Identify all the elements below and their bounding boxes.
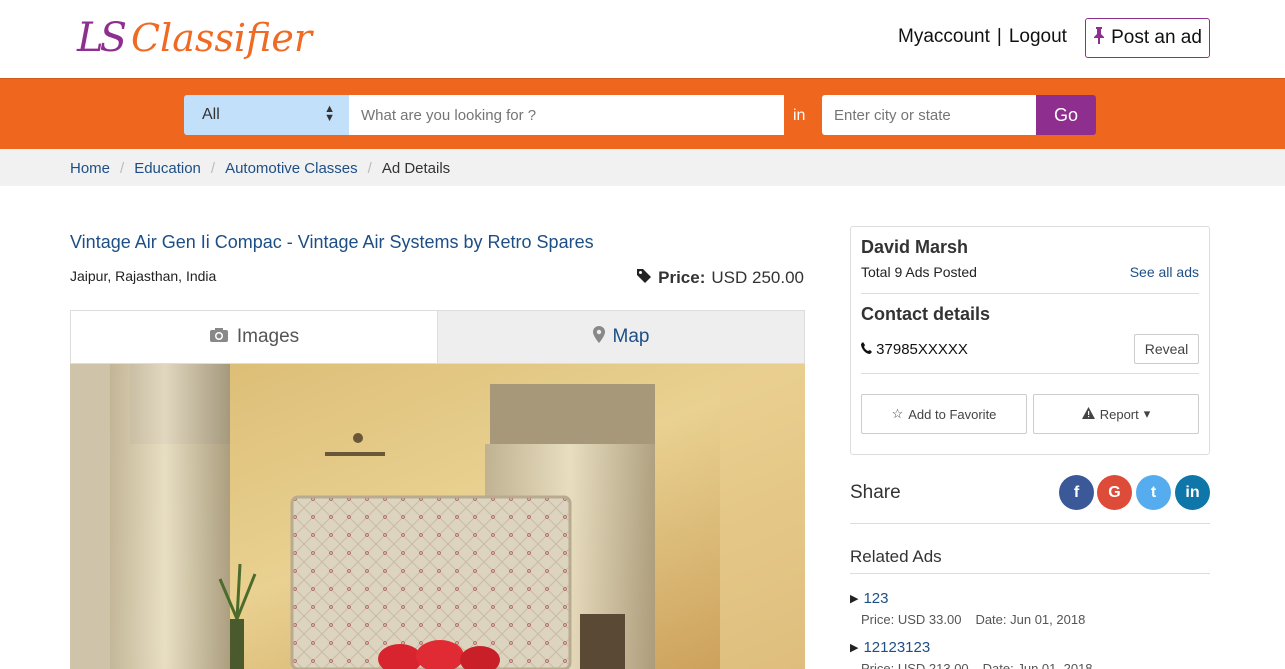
add-to-favorite-label: Add to Favorite — [908, 406, 997, 422]
logo-text: Classifier — [130, 16, 313, 60]
breadcrumb: Home / Education / Automotive Classes / … — [0, 149, 1285, 186]
linkedin-share-button[interactable]: in — [1175, 475, 1210, 510]
contact-details-heading: Contact details — [861, 304, 991, 324]
related-ad-title[interactable]: ▶ 12123123 — [850, 639, 1210, 656]
price-label: Price: — [658, 268, 706, 287]
pushpin-icon — [1093, 27, 1105, 49]
caret-right-icon: ▶ — [850, 642, 859, 654]
tab-map-label: Map — [612, 326, 650, 347]
breadcrumb-separator: / — [367, 160, 372, 177]
caret-right-icon: ▶ — [850, 593, 859, 605]
logout-link[interactable]: Logout — [1009, 26, 1067, 48]
go-button[interactable]: Go — [1036, 95, 1096, 135]
tab-map[interactable]: Map — [437, 311, 804, 363]
site-header: LS Classifier Myaccount | Logout Post an… — [0, 0, 1285, 78]
tab-images[interactable]: Images — [71, 311, 437, 363]
see-all-ads-link[interactable]: See all ads — [1130, 264, 1199, 280]
phone-number: 37985XXXXX — [861, 341, 968, 358]
ad-location: Jaipur, Rajasthan, India — [70, 268, 217, 284]
myaccount-link[interactable]: Myaccount — [898, 26, 990, 48]
divider — [850, 573, 1210, 574]
select-arrows-icon: ▲ ▼ — [324, 103, 335, 124]
related-ad-title-text: 123 — [863, 590, 889, 607]
warning-icon — [1081, 406, 1095, 422]
site-logo[interactable]: LS Classifier — [77, 12, 312, 64]
divider — [850, 523, 1210, 524]
post-ad-label: Post an ad — [1111, 27, 1202, 48]
add-to-favorite-button[interactable]: ☆ Add to Favorite — [861, 394, 1027, 434]
account-links: Myaccount | Logout — [898, 26, 1067, 48]
report-label: Report — [1099, 406, 1139, 422]
related-ad-title-text: 12123123 — [863, 639, 931, 656]
category-selected-value: All — [202, 106, 220, 123]
price-value: USD 250.00 — [711, 268, 804, 287]
share-label: Share — [850, 482, 901, 503]
related-ad-meta: Price: USD 213.00 Date: Jun 01, 2018 — [861, 661, 1210, 669]
category-select[interactable]: All ▲ ▼ — [184, 95, 349, 135]
bedroom-photo-illustration — [70, 364, 805, 669]
divider — [861, 293, 1199, 294]
phone-icon — [861, 341, 876, 358]
related-ad-price: Price: USD 213.00 — [861, 661, 969, 669]
seller-name[interactable]: David Marsh — [861, 237, 968, 258]
breadcrumb-separator: / — [120, 160, 125, 177]
divider — [861, 373, 1199, 374]
media-tabs: Images Map — [70, 310, 805, 364]
caret-down-icon: ▾ — [1143, 406, 1151, 421]
phone-number-value: 37985XXXXX — [876, 341, 968, 358]
related-ad-title[interactable]: ▶ 123 — [850, 590, 1210, 607]
reveal-button[interactable]: Reveal — [1134, 334, 1199, 364]
related-ad-date: Date: Jun 01, 2018 — [982, 661, 1093, 669]
related-ad-price: Price: USD 33.00 — [861, 612, 962, 627]
related-ad-item: ▶ 12123123 Price: USD 213.00 Date: Jun 0… — [850, 639, 1210, 669]
search-input[interactable] — [349, 95, 784, 135]
breadcrumb-automotive-classes[interactable]: Automotive Classes — [225, 160, 358, 177]
twitter-share-button[interactable]: t — [1136, 475, 1171, 510]
breadcrumb-home[interactable]: Home — [70, 160, 110, 177]
logo-mark: LS — [77, 15, 127, 61]
post-ad-button[interactable]: Post an ad — [1085, 18, 1210, 58]
seller-card: David Marsh Total 9 Ads Posted See all a… — [850, 226, 1210, 455]
google-share-button[interactable]: G — [1097, 475, 1132, 510]
account-separator: | — [996, 26, 1002, 47]
camera-icon — [209, 327, 229, 348]
related-ad-date: Date: Jun 01, 2018 — [975, 612, 1086, 627]
report-button[interactable]: Report ▾ — [1033, 394, 1199, 434]
price-tag-icon — [636, 268, 652, 288]
search-bar: All ▲▼ in Go — [0, 78, 1285, 149]
tab-images-label: Images — [236, 326, 300, 347]
facebook-share-button[interactable]: f — [1059, 475, 1094, 510]
city-input[interactable] — [822, 95, 1036, 135]
related-ads-heading: Related Ads — [850, 547, 942, 566]
related-ad-meta: Price: USD 33.00 Date: Jun 01, 2018 — [861, 612, 1210, 627]
total-ads-posted: Total 9 Ads Posted — [861, 264, 977, 280]
ad-photo[interactable] — [70, 364, 805, 669]
ad-price: Price: USD 250.00 — [636, 268, 804, 288]
breadcrumb-education[interactable]: Education — [134, 160, 201, 177]
in-label: in — [793, 107, 806, 124]
breadcrumb-separator: / — [210, 160, 216, 177]
related-ad-item: ▶ 123 Price: USD 33.00 Date: Jun 01, 201… — [850, 590, 1210, 627]
star-outline-icon: ☆ — [891, 406, 904, 421]
breadcrumb-ad-details: Ad Details — [381, 160, 451, 177]
map-marker-icon — [592, 326, 605, 348]
ad-title: Vintage Air Gen Ii Compac - Vintage Air … — [70, 232, 594, 252]
